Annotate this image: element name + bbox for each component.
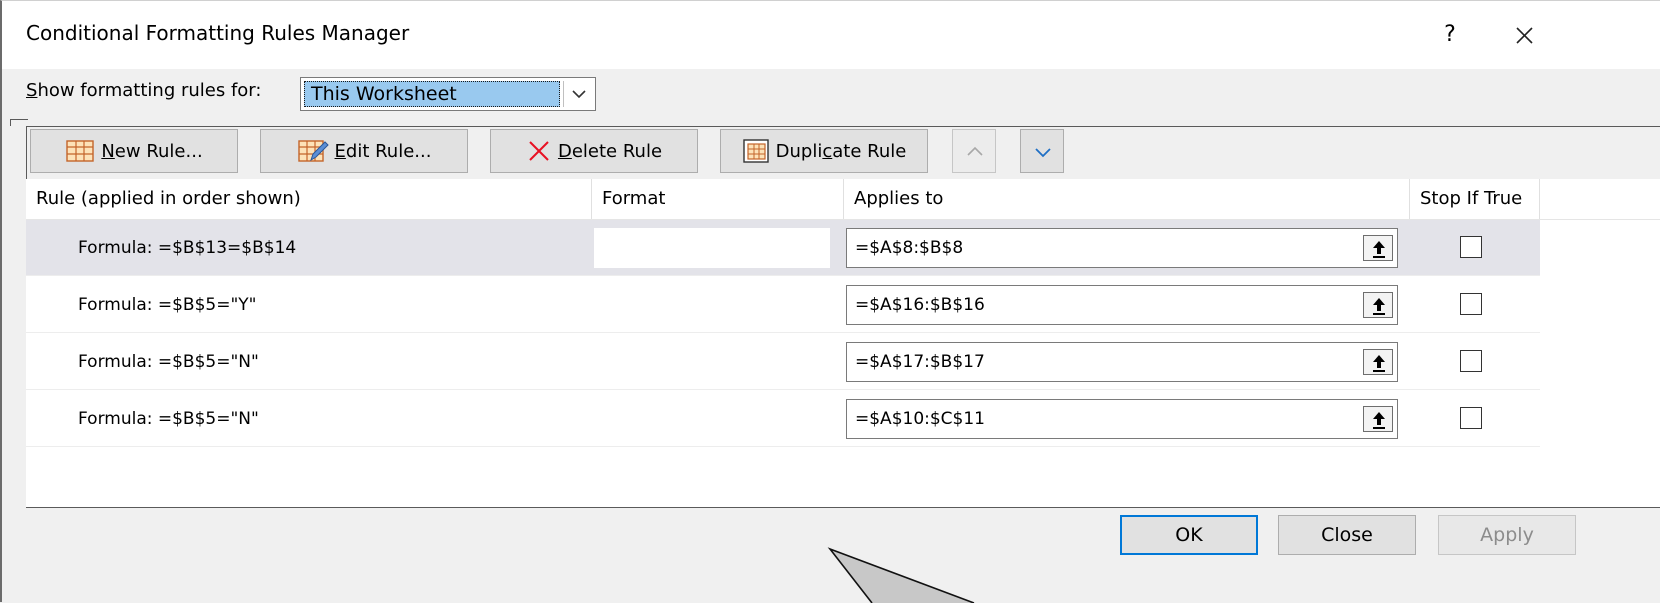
edit-rule-icon [297,140,329,162]
duplicate-rule-button[interactable]: Duplicate Rule [720,129,928,173]
collapse-dialog-icon [1373,241,1385,258]
move-down-button[interactable] [1020,129,1064,173]
table-row[interactable]: Formula: =$B$5="N" =$A$10:$C$11 [26,391,1540,447]
conditional-formatting-dialog: Conditional Formatting Rules Manager ? S… [0,0,1660,603]
rule-formula: Formula: =$B$5="N" [78,352,259,372]
collapse-dialog-icon [1373,412,1385,429]
chevron-up-icon [967,146,983,156]
table-row[interactable]: Formula: =$B$5="N" =$A$17:$B$17 [26,334,1540,390]
rule-formula: Formula: =$B$5="Y" [78,295,257,315]
close-button[interactable]: Close [1278,515,1416,555]
stop-if-true-checkbox[interactable] [1460,407,1482,429]
range-select-button[interactable] [1363,235,1393,261]
table-row[interactable]: Formula: =$B$13=$B$14 =$A$8:$B$8 [26,220,1540,276]
scope-label: Show formatting rules for: [26,80,262,101]
edit-rule-button[interactable]: Edit Rule... [260,129,468,173]
dialog-title: Conditional Formatting Rules Manager [26,21,410,45]
applies-to-field[interactable]: =$A$10:$C$11 [846,399,1398,439]
header-rule: Rule (applied in order shown) [26,179,592,219]
rule-formula: Formula: =$B$13=$B$14 [78,238,297,258]
header-applies-to: Applies to [844,179,1410,219]
help-icon: ? [1444,22,1456,47]
dropdown-arrow[interactable] [563,81,593,107]
rule-formula: Formula: =$B$5="N" [78,409,259,429]
collapse-dialog-icon [1373,298,1385,315]
applies-to-field[interactable]: =$A$8:$B$8 [846,228,1398,268]
chevron-down-icon [1035,148,1051,158]
scope-dropdown[interactable]: This Worksheet [300,77,596,111]
applies-to-field[interactable]: =$A$16:$B$16 [846,285,1398,325]
table-row[interactable]: Formula: =$B$5="Y" =$A$16:$B$16 [26,277,1540,333]
range-select-button[interactable] [1363,292,1393,318]
range-select-button[interactable] [1363,349,1393,375]
scope-selected-value: This Worksheet [304,81,560,107]
delete-rule-button[interactable]: Delete Rule [490,129,698,173]
rules-table: Rule (applied in order shown) Format App… [26,179,1660,507]
frame-corner [10,119,28,126]
format-preview [594,228,830,268]
close-window-button[interactable] [1502,15,1546,55]
header-stop-if-true: Stop If True [1410,179,1540,219]
apply-button[interactable]: Apply [1438,515,1576,555]
stop-if-true-checkbox[interactable] [1460,293,1482,315]
range-select-button[interactable] [1363,406,1393,432]
applies-to-field[interactable]: =$A$17:$B$17 [846,342,1398,382]
header-format: Format [592,179,844,219]
help-button[interactable]: ? [1430,17,1470,53]
ok-button[interactable]: OK [1120,515,1258,555]
stop-if-true-checkbox[interactable] [1460,236,1482,258]
new-rule-button[interactable]: New Rule... [30,129,238,173]
duplicate-rule-icon [742,139,769,163]
new-rule-icon [66,140,95,162]
close-icon [1516,27,1533,44]
move-up-button[interactable] [952,129,996,173]
delete-icon [529,141,549,161]
chevron-down-icon [572,90,586,99]
collapse-dialog-icon [1373,355,1385,372]
title-bar: Conditional Formatting Rules Manager ? [2,1,1660,69]
stop-if-true-checkbox[interactable] [1460,350,1482,372]
